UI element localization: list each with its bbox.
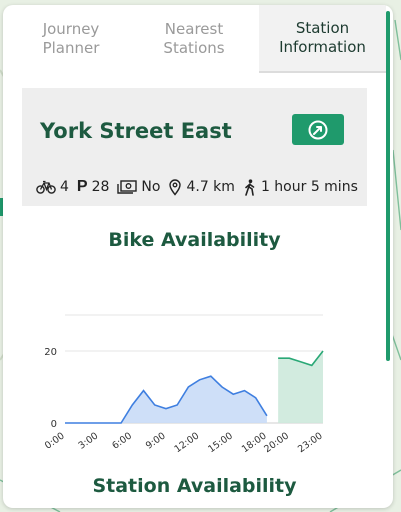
y-tick-label: 0	[51, 419, 57, 430]
x-tick-label: 15:00	[206, 430, 235, 455]
walk-time-value: 1 hour 5 mins	[260, 179, 358, 195]
bike-availability-chart: 0 20 0:00 3:00 6:00 9:00 12:00 15:00 18:0020:00 2…	[43, 314, 325, 455]
directions-icon	[308, 120, 328, 139]
parking-stat: P 28	[77, 178, 110, 196]
tab-nearest-stations-line2: Stations	[163, 39, 225, 57]
station-card: York Street East 4 P 28 No 4.7 km 1 hour…	[22, 88, 367, 206]
parking-count: 28	[91, 179, 110, 195]
tab-nearest-stations[interactable]: Nearest Stations	[135, 5, 253, 73]
tab-station-information[interactable]: Station Information	[259, 5, 386, 73]
x-tick-label: 12:00	[173, 430, 202, 455]
station-availability-title: Station Availability	[92, 475, 297, 497]
tab-station-information-line1: Station	[295, 19, 350, 37]
x-tick-label: 3:00	[77, 430, 101, 451]
tab-station-information-line2: Information	[279, 38, 366, 56]
tab-journey-planner-line2: Planner	[42, 39, 100, 57]
station-stats: 4 P 28 No 4.7 km 1 hour 5 mins	[36, 176, 366, 198]
tab-journey-planner[interactable]: Journey Planner	[15, 5, 127, 73]
station-info-panel: Journey Planner Nearest Stations Station…	[3, 5, 393, 508]
tab-bar: Journey Planner Nearest Stations Station…	[3, 5, 386, 73]
past-availability-area	[65, 376, 267, 423]
walking-icon	[243, 178, 257, 196]
tab-journey-planner-line1: Journey	[42, 20, 100, 38]
walk-time-stat: 1 hour 5 mins	[243, 178, 358, 196]
bikes-count: 4	[60, 179, 69, 195]
x-tick-label: 6:00	[110, 430, 134, 451]
bikes-stat: 4	[36, 179, 69, 195]
bike-availability-title: Bike Availability	[108, 229, 281, 251]
parking-icon: P	[76, 178, 88, 195]
x-tick-label: 20:00	[262, 430, 291, 455]
payment-value: No	[141, 179, 161, 195]
directions-button[interactable]	[292, 114, 344, 145]
scrollbar[interactable]	[386, 11, 390, 361]
distance-stat: 4.7 km	[168, 178, 235, 196]
y-tick-label: 20	[44, 347, 57, 358]
tab-nearest-stations-line1: Nearest	[164, 20, 224, 38]
x-tick-label: 18:00	[240, 430, 269, 455]
x-tick-label: 9:00	[144, 430, 168, 451]
x-tick-label: 23:00	[296, 430, 325, 455]
payment-stat: No	[117, 179, 160, 195]
x-tick-label: 0:00	[43, 430, 67, 451]
cash-icon	[117, 180, 138, 194]
location-pin-icon	[168, 178, 182, 196]
distance-value: 4.7 km	[186, 179, 235, 195]
bike-icon	[36, 180, 56, 194]
station-name: York Street East	[40, 119, 232, 143]
